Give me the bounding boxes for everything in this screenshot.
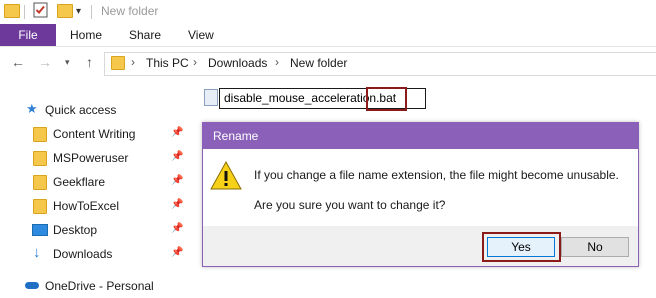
window-title: New folder <box>101 4 159 18</box>
breadcrumb-this-pc[interactable]: This PC <box>146 56 189 70</box>
pin-icon: 📌 <box>171 223 184 234</box>
folder-icon <box>33 151 47 166</box>
dialog-title-bar <box>203 123 638 149</box>
extension-highlight <box>366 87 407 111</box>
new-folder-icon[interactable] <box>57 4 73 18</box>
sidebar-item-label: Content Writing <box>53 127 136 141</box>
properties-icon[interactable] <box>33 2 48 18</box>
sidebar-item-geekflare[interactable]: Geekflare 📌 <box>30 172 190 192</box>
separator <box>91 5 92 19</box>
yes-button-highlight <box>482 232 561 262</box>
sidebar-item-content-writing[interactable]: Content Writing 📌 <box>30 124 190 144</box>
pin-icon: 📌 <box>171 127 184 138</box>
sidebar-item-label: Quick access <box>45 103 117 117</box>
sidebar-item-label: Downloads <box>53 247 113 261</box>
chevron-right-icon[interactable]: › <box>275 55 279 69</box>
address-folder-icon <box>111 56 125 70</box>
folder-icon <box>33 199 47 214</box>
chevron-right-icon[interactable]: › <box>131 55 135 69</box>
pin-icon: 📌 <box>171 151 184 162</box>
customize-qat-icon[interactable]: ▾ <box>76 6 81 17</box>
sidebar-item-mspoweruser[interactable]: MSPoweruser 📌 <box>30 148 190 168</box>
separator <box>24 5 25 19</box>
no-button[interactable]: No <box>561 237 629 257</box>
sidebar-item-downloads[interactable]: ↓ Downloads 📌 <box>30 244 190 264</box>
dialog-title: Rename <box>213 129 259 143</box>
sidebar-item-label: OneDrive - Personal <box>45 279 154 293</box>
sidebar-item-label: Desktop <box>53 223 98 237</box>
forward-arrow-icon[interactable]: → <box>38 54 52 70</box>
tab-share[interactable]: Share <box>129 24 161 46</box>
tab-file[interactable]: File <box>0 24 56 46</box>
up-arrow-icon[interactable]: ↑ <box>86 54 93 70</box>
back-arrow-icon[interactable]: ← <box>11 54 25 70</box>
recent-locations-icon[interactable]: ▾ <box>65 57 70 68</box>
folder-icon[interactable] <box>4 4 20 18</box>
folder-icon <box>33 127 47 142</box>
pin-icon: 📌 <box>171 175 184 186</box>
sidebar-item-label: Geekflare <box>53 175 106 189</box>
breadcrumb-downloads[interactable]: Downloads <box>208 56 267 70</box>
tab-view[interactable]: View <box>188 24 214 46</box>
sidebar-item-onedrive[interactable]: OneDrive - Personal <box>24 276 194 296</box>
batch-file-icon[interactable] <box>204 89 218 106</box>
cloud-icon <box>25 282 39 289</box>
sidebar-item-label: HowToExcel <box>53 199 120 213</box>
star-icon: ★ <box>26 101 38 116</box>
sidebar-item-howtoexcel[interactable]: HowToExcel 📌 <box>30 196 190 216</box>
folder-icon <box>33 175 47 190</box>
tab-home[interactable]: Home <box>70 24 102 46</box>
pin-icon: 📌 <box>171 247 184 258</box>
dialog-message: If you change a file name extension, the… <box>254 168 619 182</box>
sidebar-item-label: MSPoweruser <box>53 151 129 165</box>
sidebar-item-quick-access[interactable]: ★ Quick access <box>24 100 194 120</box>
sidebar-item-desktop[interactable]: Desktop 📌 <box>30 220 190 240</box>
download-icon: ↓ <box>33 244 41 261</box>
title-bar <box>0 0 656 24</box>
dialog-question: Are you sure you want to change it? <box>254 198 446 212</box>
chevron-right-icon[interactable]: › <box>193 55 197 69</box>
breadcrumb-new-folder[interactable]: New folder <box>290 56 347 70</box>
pin-icon: 📌 <box>171 199 184 210</box>
warning-icon <box>210 160 242 192</box>
desktop-icon <box>32 224 48 236</box>
